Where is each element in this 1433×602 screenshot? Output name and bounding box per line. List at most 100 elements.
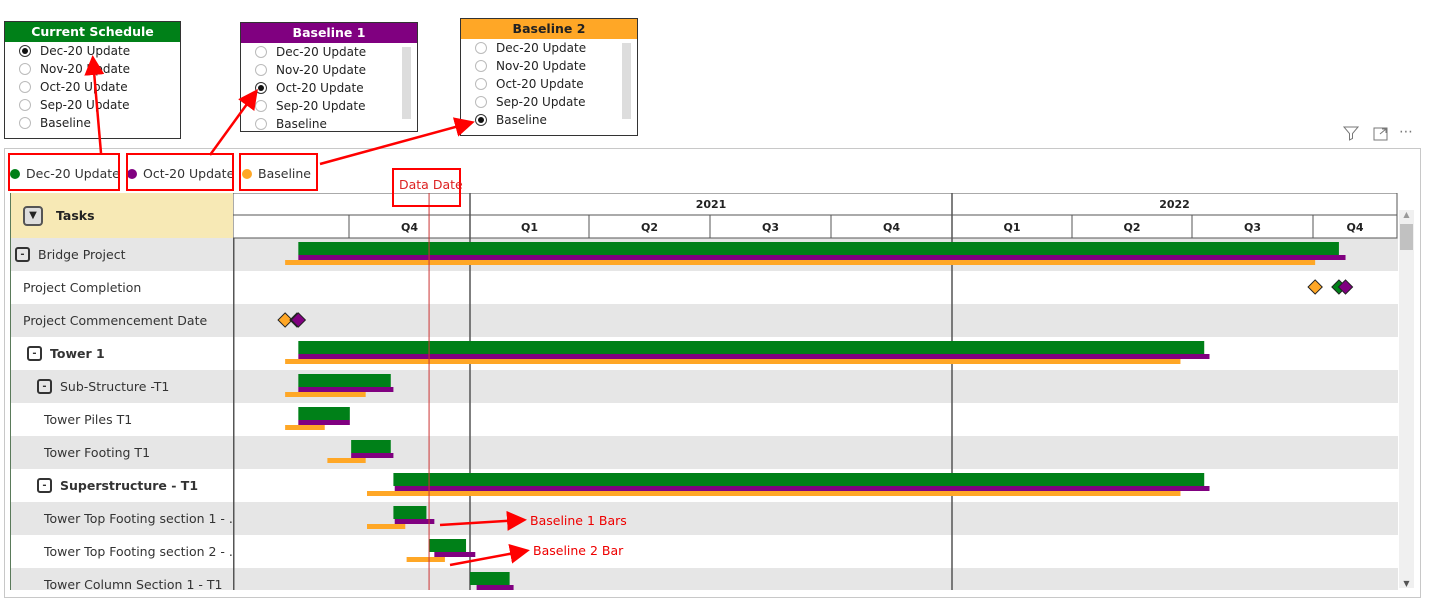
current-bar[interactable] [298, 407, 350, 420]
option-label: Nov-20 Update [40, 62, 130, 76]
scrollbar-thumb[interactable] [1400, 224, 1413, 250]
task-name: Superstructure - T1 [60, 478, 199, 493]
radio-button[interactable] [19, 117, 31, 129]
task-row[interactable]: Tower Top Footing section 1 - ... [11, 502, 233, 535]
baseline2-bar[interactable] [366, 491, 1181, 496]
slicer-option[interactable]: Oct-20 Update [5, 78, 180, 96]
radio-button[interactable] [255, 82, 267, 94]
baseline2-bar[interactable] [327, 458, 366, 463]
option-label: Oct-20 Update [496, 77, 584, 91]
quarter-label: Q2 [641, 221, 658, 234]
radio-button[interactable] [19, 99, 31, 111]
vertical-scrollbar[interactable]: ▲ ▼ [1399, 210, 1414, 588]
more-options-icon[interactable]: ⋯ [1399, 124, 1413, 140]
baseline2-bar[interactable] [285, 425, 325, 430]
radio-button[interactable] [255, 64, 267, 76]
option-label: Baseline [276, 117, 327, 131]
baseline2-bar[interactable] [366, 524, 406, 529]
slicer-option[interactable]: Oct-20 Update [241, 79, 417, 97]
radio-button[interactable] [19, 45, 31, 57]
collapse-all-button[interactable]: ▼ [23, 205, 43, 226]
radio-button[interactable] [475, 42, 487, 54]
collapse-button[interactable]: - [27, 346, 42, 361]
radio-button[interactable] [255, 118, 267, 130]
task-row[interactable]: Project Commencement Date [11, 304, 233, 337]
task-row[interactable]: Tower Top Footing section 2 - ... [11, 535, 233, 568]
chart-row [233, 370, 1398, 403]
task-row[interactable]: Tower Column Section 1 - T1 [11, 568, 233, 590]
slicer-option[interactable]: Dec-20 Update [461, 39, 637, 57]
baseline1-bars-annotation: Baseline 1 Bars [530, 513, 627, 528]
baseline2-bar[interactable] [285, 260, 1316, 265]
baseline1-bar[interactable] [351, 453, 394, 458]
slicer-option[interactable]: Dec-20 Update [241, 43, 417, 61]
task-name: Tower Footing T1 [44, 445, 151, 460]
baseline1-bar[interactable] [298, 420, 350, 425]
radio-button[interactable] [475, 114, 487, 126]
slicer-title: Baseline 2 [461, 19, 637, 39]
slicer-option[interactable]: Nov-20 Update [241, 61, 417, 79]
slicer-option[interactable]: Oct-20 Update [461, 75, 637, 93]
filter-icon[interactable] [1342, 125, 1360, 145]
task-name: Tower Top Footing section 2 - ... [44, 544, 233, 559]
baseline1-bar[interactable] [298, 354, 1210, 359]
baseline1-bar[interactable] [476, 585, 514, 590]
quarter-label: Q1 [521, 221, 538, 234]
task-row[interactable]: - Bridge Project [11, 238, 233, 271]
baseline2-bar[interactable] [285, 359, 1181, 364]
radio-button[interactable] [475, 78, 487, 90]
task-name: Tower 1 [50, 346, 105, 361]
slicer-scrollbar[interactable] [402, 47, 411, 119]
slicer-option[interactable]: Baseline [5, 114, 180, 132]
collapse-button[interactable]: - [37, 379, 52, 394]
baseline1-bar[interactable] [394, 486, 1210, 491]
option-label: Sep-20 Update [276, 99, 366, 113]
slicer-option[interactable]: Baseline [241, 115, 417, 133]
data-date-label: Data Date [399, 177, 463, 192]
slicer-option[interactable]: Dec-20 Update [5, 42, 180, 60]
slicer-option[interactable]: Nov-20 Update [5, 60, 180, 78]
task-row[interactable]: - Tower 1 [11, 337, 233, 370]
current-bar[interactable] [298, 341, 1205, 354]
current-bar[interactable] [393, 473, 1205, 486]
task-row[interactable]: Tower Piles T1 [11, 403, 233, 436]
radio-button[interactable] [255, 100, 267, 112]
baseline1-bar[interactable] [298, 387, 394, 392]
baseline2-bar[interactable] [406, 557, 445, 562]
radio-button[interactable] [19, 63, 31, 75]
slicer-option[interactable]: Baseline [461, 111, 637, 129]
slicer-baseline-2: Baseline 2 Dec-20 Update Nov-20 Update Oct-… [460, 18, 638, 136]
radio-button[interactable] [475, 96, 487, 108]
current-bar[interactable] [298, 242, 1339, 255]
radio-button[interactable] [255, 46, 267, 58]
current-bar[interactable] [393, 506, 427, 519]
collapse-button[interactable]: - [37, 478, 52, 493]
slicer-option[interactable]: Nov-20 Update [461, 57, 637, 75]
task-row[interactable]: Project Completion [11, 271, 233, 304]
slicer-option[interactable]: Sep-20 Update [461, 93, 637, 111]
baseline1-bar[interactable] [434, 552, 476, 557]
current-bar[interactable] [351, 440, 391, 453]
baseline1-bar[interactable] [394, 519, 435, 524]
radio-button[interactable] [19, 81, 31, 93]
option-label: Sep-20 Update [40, 98, 130, 112]
slicer-scrollbar[interactable] [622, 43, 631, 119]
slicer-option[interactable]: Sep-20 Update [5, 96, 180, 114]
slicer-title: Baseline 1 [241, 23, 417, 43]
current-bar[interactable] [429, 539, 467, 552]
option-label: Dec-20 Update [40, 44, 131, 58]
slicer-title: Current Schedule [5, 22, 180, 42]
task-name: Sub-Structure -T1 [60, 379, 170, 394]
quarter-label: Q2 [1123, 221, 1140, 234]
radio-button[interactable] [475, 60, 487, 72]
current-bar[interactable] [298, 374, 391, 387]
focus-mode-icon[interactable] [1373, 127, 1389, 145]
task-row[interactable]: - Superstructure - T1 [11, 469, 233, 502]
task-row[interactable]: Tower Footing T1 [11, 436, 233, 469]
current-bar[interactable] [470, 572, 510, 585]
collapse-button[interactable]: - [15, 247, 30, 262]
slicer-option[interactable]: Sep-20 Update [241, 97, 417, 115]
baseline1-bar[interactable] [298, 255, 1346, 260]
task-row[interactable]: - Sub-Structure -T1 [11, 370, 233, 403]
baseline2-bar[interactable] [285, 392, 366, 397]
